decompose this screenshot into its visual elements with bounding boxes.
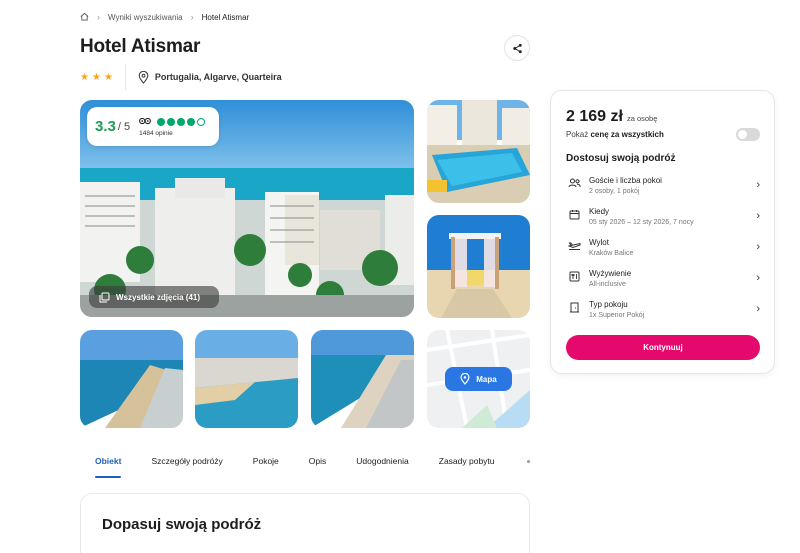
star-icon: ★ [91,71,101,83]
show-total-price-label: Pokaż cenę za wszystkich [566,130,664,139]
booking-card: 2 169 zł za osobę Pokaż cenę za wszystki… [550,90,775,374]
tab-trip-details[interactable]: Szczegóły podróży [151,452,222,474]
rating-score: 3.3 [95,118,116,135]
tab-rules[interactable]: Zasady pobytu [439,452,495,474]
option-label: Wyżywienie [589,269,632,278]
option-label: Typ pokoju [589,300,628,309]
option-label: Wylot [589,238,609,247]
all-photos-button[interactable]: Wszystkie zdjęcia (41) [89,286,219,308]
location-text: Portugalia, Algarve, Quarteira [154,72,282,82]
rating-badge: 3.3 / 5 1484 opinie [87,107,219,146]
divider [124,64,126,90]
option-value: Kraków Balice [589,250,634,257]
price-amount: 2 169 zł [566,108,623,125]
gallery-icon [99,292,110,302]
page-title: Hotel Atismar [80,36,201,57]
option-value: All-inclusive [589,281,626,288]
rating-bubble-empty [197,117,206,126]
breadcrumb: › Wyniki wyszukiwania › Hotel Atismar [80,11,249,23]
section-title: Dopasuj swoją podróż [102,516,262,533]
tab-object[interactable]: Obiekt [95,452,122,478]
option-value: 1x Superior Pokój [589,312,645,319]
option-value: 2 osoby, 1 pokój [589,188,640,195]
share-icon [512,43,522,53]
option-room-type[interactable]: Typ pokoju 1x Superior Pokój › [566,299,760,327]
chevron-right-icon: › [756,303,760,315]
rating-bubble-filled [167,117,176,126]
location-pin-icon [138,70,149,84]
option-value: 05 sty 2026 – 12 sty 2026, 7 nocy [589,219,694,226]
coast-photo-3[interactable] [311,330,414,428]
tripadvisor-owl-icon [139,117,152,127]
show-total-bold: cenę za wszystkich [590,130,664,139]
tab-bar: Obiekt Szczegóły podróży Pokoje Opis Udo… [80,452,495,478]
chevron-right-icon: › [97,12,100,22]
rating-opinions: 1484 opinie [139,129,173,137]
rating-bubble-filled [157,117,166,126]
all-photos-label: Wszystkie zdjęcia (41) [116,292,201,302]
option-board[interactable]: Wyżywienie All-inclusive › [566,268,760,296]
breadcrumb-link-results[interactable]: Wyniki wyszukiwania [108,13,183,22]
coast-photo-2[interactable] [195,330,298,428]
rating-bubble-filled [187,117,196,126]
share-button[interactable] [504,35,530,61]
chevron-right-icon: › [756,272,760,284]
chevron-right-icon: › [756,210,760,222]
tab-rooms[interactable]: Pokoje [253,452,279,474]
breadcrumb-current: Hotel Atismar [201,12,250,22]
continue-button[interactable]: Kontynuuj [566,335,760,360]
price: 2 169 zł za osobę [566,108,657,126]
hotel-meta: ★ ★ ★ Portugalia, Algarve, Quarteira [80,64,282,90]
show-total-prefix: Pokaż [566,130,589,139]
price-per: za osobę [626,114,658,123]
guests-icon [566,178,582,188]
star-rating: ★ ★ ★ [80,72,125,83]
option-label: Goście i liczba pokoi [589,176,662,185]
customize-title: Dostosuj swoją podróż [566,153,676,164]
rating-bubble-filled [177,117,186,126]
door-icon [566,302,582,313]
location: Portugalia, Algarve, Quarteira [138,70,282,84]
beach-cabana-photo[interactable] [427,215,530,318]
location-pin-icon [460,373,470,385]
option-guests[interactable]: Goście i liczba pokoi 2 osoby, 1 pokój › [566,175,760,203]
food-icon [566,271,582,282]
tab-description[interactable]: Opis [309,452,326,474]
chevron-right-icon: › [756,241,760,253]
coast-photo-1[interactable] [80,330,183,428]
plane-icon [566,240,582,250]
total-price-toggle[interactable] [736,128,760,141]
option-dates[interactable]: Kiedy 05 sty 2026 – 12 sty 2026, 7 nocy … [566,206,760,234]
star-icon: ★ [103,71,113,83]
rating-scale: / 5 [117,120,131,133]
tab-amenities[interactable]: Udogodnienia [356,452,408,474]
home-icon[interactable] [80,12,89,23]
map-button[interactable]: Mapa [445,367,512,391]
map-label: Mapa [476,374,497,384]
tabs-overflow-indicator[interactable] [527,460,530,463]
star-icon: ★ [80,71,89,83]
tripadvisor-bubbles [139,117,206,127]
customize-section: Dopasuj swoją podróż [80,493,530,553]
option-label: Kiedy [589,207,610,216]
calendar-icon [566,209,582,220]
chevron-right-icon: › [756,179,760,191]
option-departure[interactable]: Wylot Kraków Balice › [566,237,760,265]
chevron-right-icon: › [190,12,194,22]
pool-photo[interactable] [427,100,530,203]
